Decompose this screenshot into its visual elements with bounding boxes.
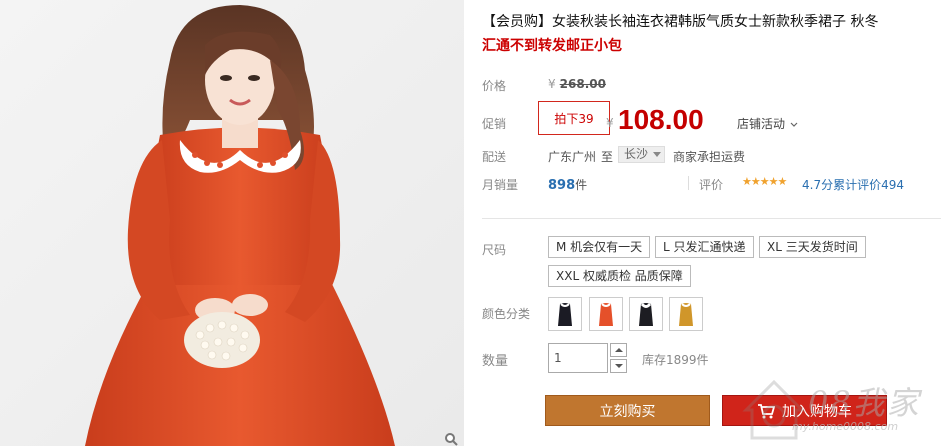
destination-city-select[interactable]: 长沙 [618,146,665,163]
cart-icon [758,403,775,418]
buy-now-button[interactable]: 立刻购买 [545,395,710,426]
shop-activity-dropdown[interactable]: 店铺活动 [737,115,798,132]
shipping-label: 配送 [482,150,507,164]
promo-price: 108.00 [618,104,704,135]
original-price-value: 268.00 [559,77,606,91]
destination-city: 长沙 [624,147,649,161]
rating-link[interactable]: 4.7分累计评价494 [802,176,904,193]
sales-unit: 件 [575,178,588,192]
watermark-text: 08我家 [808,384,921,422]
review-label: 评价 [699,178,724,192]
arrow-up-icon [615,348,623,352]
sales-count: 898 [548,178,576,193]
quantity-input[interactable]: 1 [548,343,608,373]
shipping-to-word: 至 [601,150,614,164]
monthly-sales: 898件 [548,176,587,193]
product-subtitle: 汇通不到转发邮正小包 [482,38,622,54]
price-label: 价格 [482,79,507,93]
quantity-label: 数量 [482,354,509,369]
stock-count: 库存1899件 [642,353,709,367]
size-option-l[interactable]: L 只发汇通快递 [655,236,754,258]
quantity-decrease-button[interactable] [610,359,627,373]
promo-label: 促销 [482,117,507,131]
quantity-increase-button[interactable] [610,343,627,357]
currency-symbol: ¥ [548,77,556,91]
chevron-down-icon [790,122,798,127]
color-label: 颜色分类 [482,307,531,321]
size-option-xl[interactable]: XL 三天发货时间 [759,236,866,258]
promo-tag: 拍下39 [538,101,610,135]
product-image[interactable] [0,0,464,446]
arrow-down-icon [615,364,623,368]
size-option-xxl[interactable]: XXL 权威质检 品质保障 [548,265,691,287]
color-swatch-orange-red[interactable] [589,297,623,331]
shipping-from: 广东广州 [548,150,597,164]
color-swatch-black[interactable] [548,297,582,331]
section-divider [482,218,941,219]
watermark-url: my.home0008.com [792,420,899,433]
size-label: 尺码 [482,243,507,257]
promo-currency-symbol: ¥ [606,116,614,130]
shop-activity-label: 店铺活动 [737,117,786,131]
zoom-icon[interactable] [444,432,458,446]
color-swatch-black-white-collar[interactable] [629,297,663,331]
original-price: ¥268.00 [548,77,606,91]
shipping-fee: 商家承担运费 [673,150,746,164]
divider [688,176,689,190]
dropdown-arrow-icon [653,152,661,157]
product-title: 【会员购】女装秋装长袖连衣裙韩版气质女士新款秋季裙子 秋冬 [482,14,879,30]
rating-stars: ★★★★★ [742,175,787,188]
size-option-m[interactable]: M 机会仅有一天 [548,236,651,258]
monthly-sales-label: 月销量 [482,178,519,192]
color-swatch-mustard[interactable] [669,297,703,331]
